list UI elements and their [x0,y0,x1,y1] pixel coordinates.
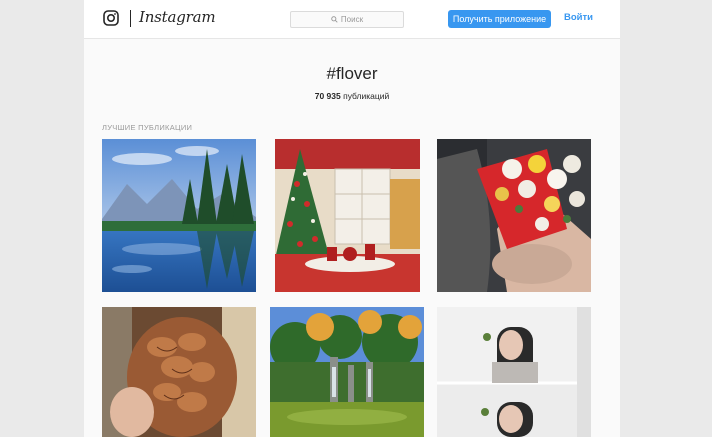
post-tile-flower-bouquet[interactable] [437,139,591,292]
post-tile-woman-portrait[interactable] [437,307,591,437]
get-app-button[interactable]: Получить приложение [448,10,551,28]
post-count-number: 70 935 [314,91,341,101]
post-count: 70 935 публикаций [84,91,620,101]
page: Instagram Поиск Получить приложение Войт… [84,0,620,437]
search-placeholder: Поиск [340,15,364,24]
search-icon [331,16,338,23]
post-tile-mountain-lake[interactable] [102,139,256,292]
post-tile-garden-waterfall[interactable] [270,307,424,437]
instagram-wordmark[interactable]: Instagram [139,8,216,26]
top-bar: Instagram Поиск Получить приложение Войт… [84,0,620,39]
search-input[interactable]: Поиск [290,11,404,28]
logo-divider [130,10,131,27]
login-link[interactable]: Войти [564,12,593,23]
hashtag-title: #flover [326,64,378,83]
post-tile-christmas-tree[interactable] [275,139,429,292]
instagram-camera-icon[interactable] [103,10,119,26]
post-count-suffix: публикаций [340,91,390,101]
post-tile-braided-hair[interactable] [102,307,256,437]
top-posts-label: ЛУЧШИЕ ПУБЛИКАЦИИ [102,123,193,132]
